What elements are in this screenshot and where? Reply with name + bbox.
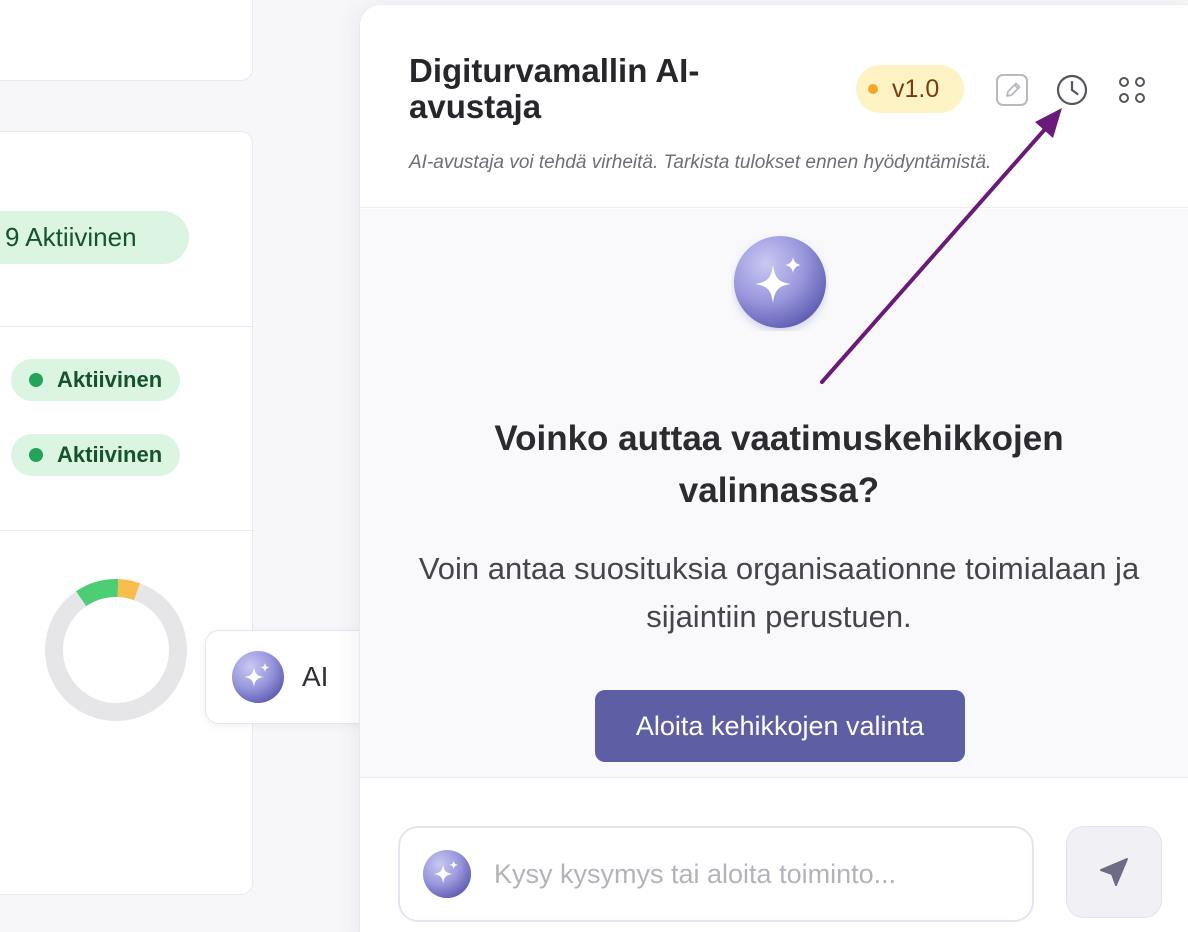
summary-card [0, 0, 253, 81]
dots-grid-icon[interactable] [1114, 72, 1150, 108]
ai-assistant-button[interactable]: AI [205, 630, 375, 724]
welcome-description: Voin antaa suosituksia organisaationne t… [418, 551, 1140, 634]
disclaimer-text: AI-avustaja voi tehdä virheitä. Tarkista… [409, 152, 992, 173]
donut-track [45, 579, 187, 721]
version-dot-icon [868, 84, 878, 94]
assistant-panel: Digiturvamallin AI-avustaja v1.0 AI-avus… [359, 4, 1188, 932]
status-badge: Aktiivinen [11, 359, 181, 401]
panel-title: Digiturvamallin AI-avustaja [409, 52, 700, 125]
clock-icon[interactable] [1054, 72, 1090, 108]
welcome-question: Voinko auttaa vaatimuskehikkojen valinna… [494, 419, 1064, 510]
status-label: Aktiivinen [57, 367, 163, 392]
sparkle-icon [422, 849, 472, 899]
panel-header: Digiturvamallin AI-avustaja v1.0 AI-avus… [360, 5, 1188, 208]
donut-segment-orange [117, 579, 141, 601]
dashboard-area: 9 Aktiivinen Aktiivinen Aktiivinen AI [0, 0, 375, 932]
framework-card: 9 Aktiivinen Aktiivinen Aktiivinen [0, 131, 253, 895]
message-input[interactable] [494, 858, 994, 890]
send-button[interactable] [1066, 826, 1162, 918]
status-badge: Aktiivinen [11, 434, 181, 476]
divider [0, 530, 252, 531]
pencil-icon[interactable] [994, 72, 1030, 108]
active-count-badge: 9 Aktiivinen [0, 211, 189, 264]
start-framework-selection-button[interactable]: Aloita kehikkojen valinta [595, 690, 965, 762]
status-dot-icon [29, 448, 43, 462]
message-composer [360, 777, 1188, 932]
message-input-box[interactable] [398, 826, 1034, 922]
chat-area: Voinko auttaa vaatimuskehikkojen valinna… [360, 209, 1188, 777]
sparkle-icon [734, 236, 826, 328]
ai-button-label: AI [302, 661, 329, 692]
status-label: Aktiivinen [57, 442, 163, 467]
progress-donut-chart [45, 579, 187, 721]
version-badge: v1.0 [856, 65, 964, 113]
sparkle-icon [232, 651, 284, 703]
send-icon [1100, 858, 1128, 886]
version-label: v1.0 [892, 74, 940, 103]
status-dot-icon [29, 373, 43, 387]
divider [0, 326, 252, 327]
